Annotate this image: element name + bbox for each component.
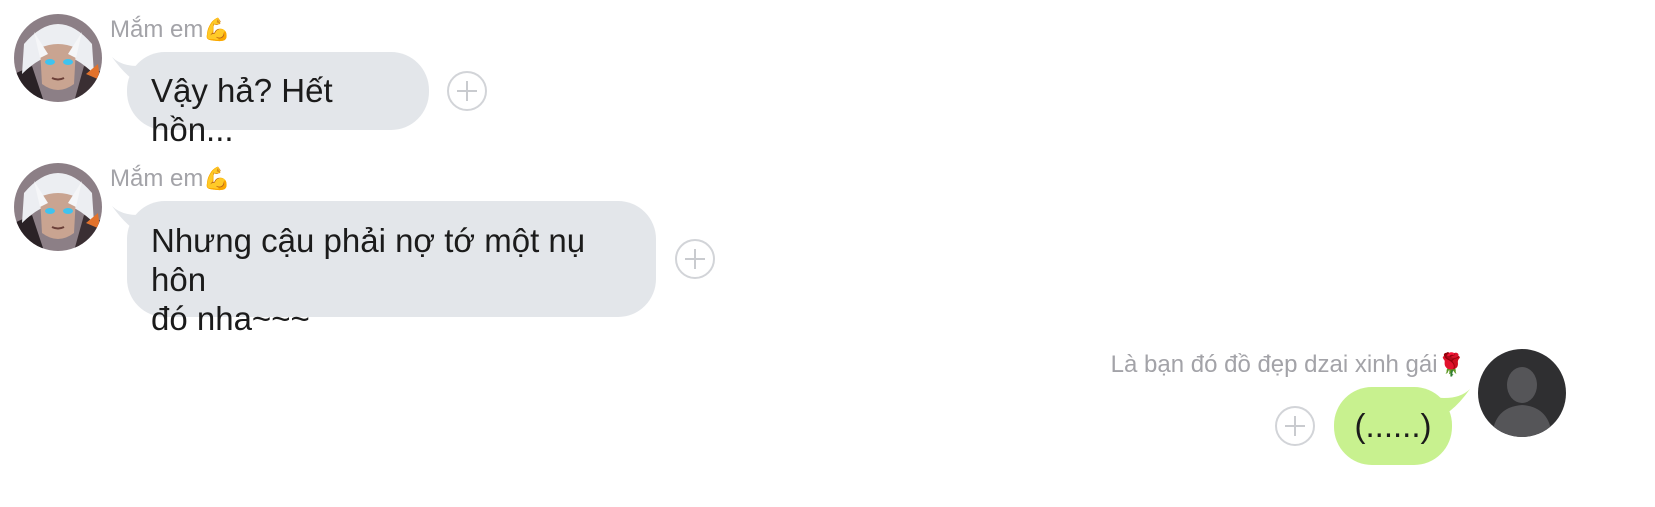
add-reaction-button[interactable]	[675, 239, 715, 279]
add-reaction-button[interactable]	[447, 71, 487, 111]
message-text-line: đó nha~~~	[151, 300, 310, 337]
sender-name: Mắm em💪	[110, 16, 231, 45]
add-reaction-button[interactable]	[1275, 406, 1315, 446]
default-user-silhouette-icon	[1478, 349, 1566, 437]
sender-name: Mắm em💪	[110, 165, 231, 194]
flexed-biceps-emoji: 💪	[203, 18, 231, 43]
anime-avatar-image	[14, 163, 102, 251]
message-text: Vậy hả? Hết hồn...	[151, 72, 333, 148]
sender-avatar[interactable]	[14, 163, 102, 251]
message-text: (......)	[1354, 407, 1432, 444]
sender-name-text: Mắm em	[110, 165, 204, 192]
sender-name-text: Mắm em	[110, 16, 204, 43]
message-text-line: Nhưng cậu phải nợ tớ một nụ hôn	[151, 222, 586, 298]
message-bubble[interactable]: Nhưng cậu phải nợ tớ một nụ hôn đó nha~~…	[127, 201, 656, 337]
chat-thread: Mắm em💪 Vậy hả? Hết hồn... Mắm em💪 Nhưng…	[0, 0, 1655, 507]
anime-avatar-image	[14, 14, 102, 102]
user-avatar[interactable]	[1478, 349, 1566, 437]
message-bubble[interactable]: Vậy hả? Hết hồn...	[127, 52, 429, 148]
message-bubble[interactable]: (......)	[1334, 387, 1452, 465]
sender-avatar[interactable]	[14, 14, 102, 102]
sender-name-text: Là bạn đó đồ đẹp dzai xinh gái	[1110, 351, 1438, 378]
sender-name: Là bạn đó đồ đẹp dzai xinh gái🌹	[1111, 351, 1465, 380]
rose-emoji: 🌹	[1437, 353, 1465, 378]
flexed-biceps-emoji: 💪	[203, 167, 231, 192]
